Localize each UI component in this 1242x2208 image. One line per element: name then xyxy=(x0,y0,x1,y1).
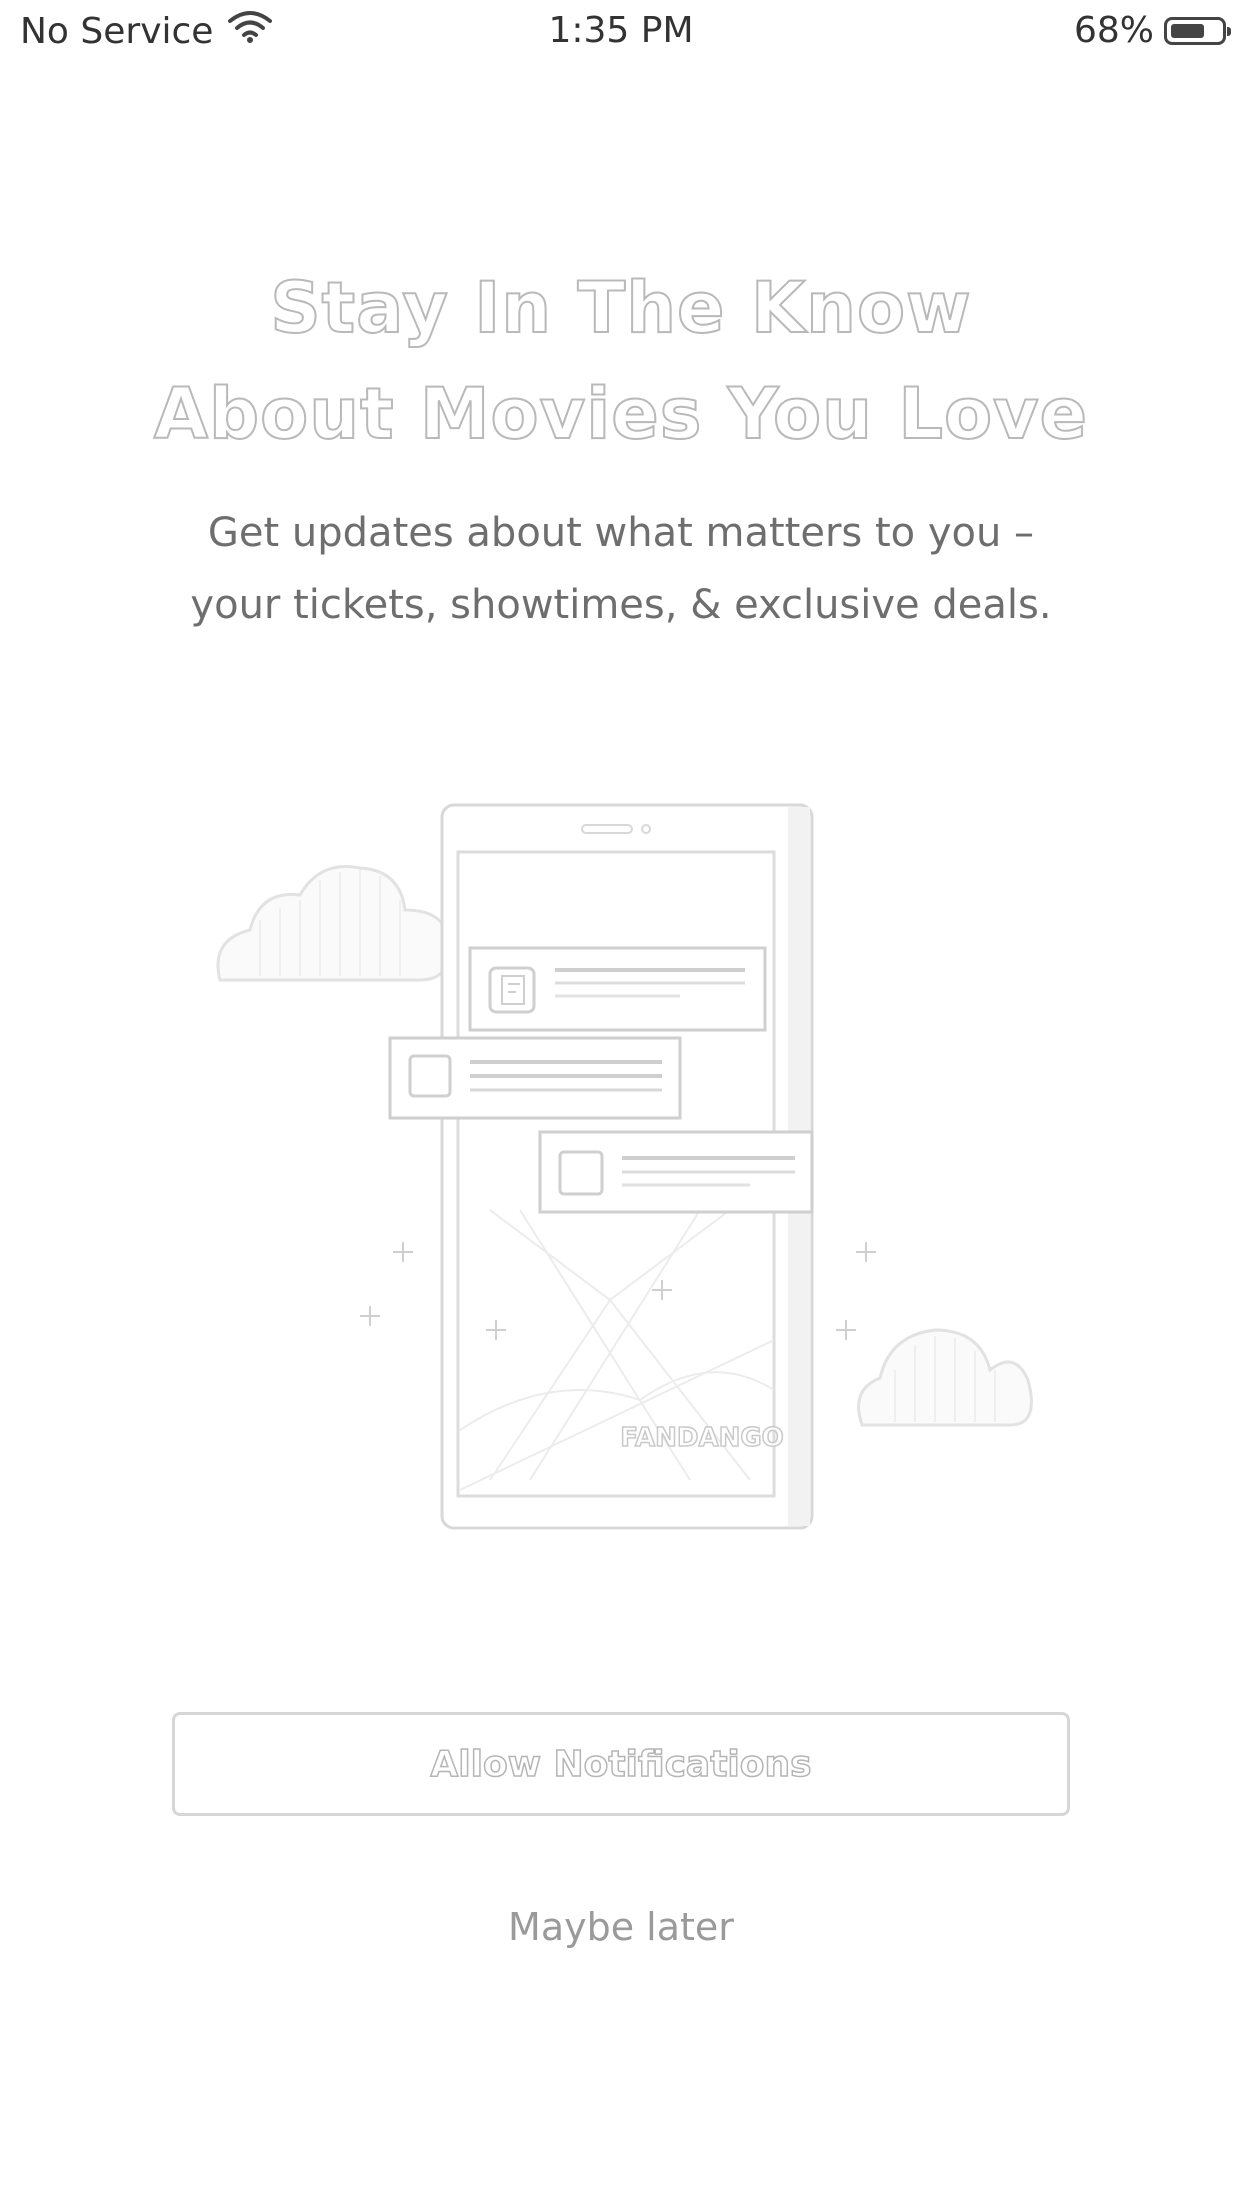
battery-percent: 68% xyxy=(1073,10,1154,51)
cloud-icon xyxy=(216,865,450,982)
notification-card-icon xyxy=(538,1130,814,1214)
page-title: Stay In The Know About Movies You Love xyxy=(0,255,1242,467)
status-bar: No Service 1:35 PM 68% xyxy=(0,0,1242,64)
brand-label: FANDANGO xyxy=(620,1423,784,1453)
notification-card-icon xyxy=(388,1036,682,1120)
allow-notifications-button[interactable]: Allow Notifications xyxy=(172,1712,1070,1816)
status-right: 68% xyxy=(1073,10,1231,51)
status-time: 1:35 PM xyxy=(548,10,694,51)
subtitle-line-1: Get updates about what matters to you – xyxy=(207,510,1035,556)
notifications-illustration: FANDANGO xyxy=(190,780,1070,1540)
notification-card-icon xyxy=(468,946,767,1032)
cloud-icon xyxy=(857,1328,1033,1427)
page-subtitle: Get updates about what matters to you – … xyxy=(140,497,1102,641)
title-line-2: About Movies You Love xyxy=(153,372,1089,456)
battery-fill xyxy=(1171,23,1204,38)
battery-icon xyxy=(1164,16,1231,45)
subtitle-line-2: your tickets, showtimes, & exclusive dea… xyxy=(190,582,1052,628)
maybe-later-button[interactable]: Maybe later xyxy=(0,1905,1242,1949)
title-line-1: Stay In The Know xyxy=(269,266,972,350)
